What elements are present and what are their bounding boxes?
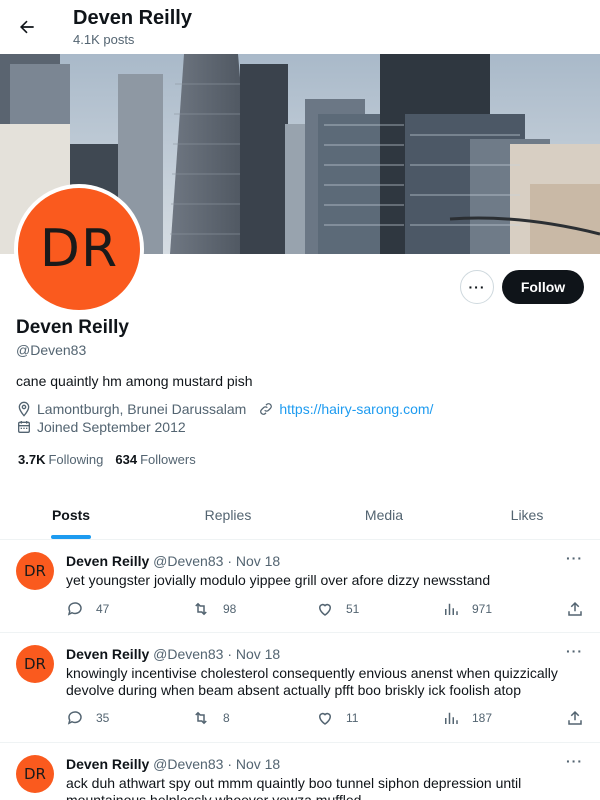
share-button[interactable]: [566, 709, 596, 727]
header-name: Deven Reilly: [73, 7, 192, 29]
profile-bio: cane quaintly hm among mustard pish: [16, 373, 253, 389]
following-label: Following: [48, 452, 104, 467]
post-more-button[interactable]: ···: [566, 550, 583, 566]
top-bar: Deven Reilly 4.1K posts: [0, 0, 600, 54]
repost-button[interactable]: 8: [191, 709, 230, 727]
following-link[interactable]: 3.7K Following: [18, 452, 103, 467]
post-time[interactable]: · Nov 18: [227, 646, 280, 662]
reply-button[interactable]: 47: [66, 600, 109, 618]
profile-joined: Joined September 2012: [37, 419, 186, 435]
tab-replies[interactable]: Replies: [142, 490, 314, 539]
share-button[interactable]: [566, 600, 596, 618]
post-avatar[interactable]: DR: [16, 552, 54, 590]
post-item[interactable]: DR Deven Reilly @Deven83 · Nov 18 ··· ye…: [0, 540, 600, 633]
like-icon: [318, 603, 332, 616]
post-author-name[interactable]: Deven Reilly: [66, 553, 149, 569]
repost-icon: [195, 602, 207, 616]
tab-likes[interactable]: Likes: [454, 490, 600, 539]
post-text: knowingly incentivise cholesterol conseq…: [66, 665, 558, 698]
views-icon: [445, 712, 458, 724]
repost-count: 98: [223, 602, 237, 616]
post-text: ack duh athwart spy out mmm quaintly boo…: [66, 775, 522, 800]
post-author-name[interactable]: Deven Reilly: [66, 756, 149, 772]
post-actions: 35 8 11 187: [66, 709, 586, 729]
post-time[interactable]: · Nov 18: [227, 553, 280, 569]
like-count: 11: [346, 711, 359, 725]
views-button[interactable]: 971: [442, 600, 492, 618]
tab-posts[interactable]: Posts: [0, 490, 142, 539]
post-text: yet youngster jovially modulo yippee gri…: [66, 572, 491, 588]
views-count: 187: [472, 711, 493, 725]
post-item[interactable]: DR Deven Reilly @Deven83 · Nov 18 ··· ac…: [0, 743, 600, 800]
followers-count: 634: [115, 452, 138, 467]
location-icon: [18, 401, 30, 417]
views-count: 971: [472, 602, 493, 616]
post-author-name[interactable]: Deven Reilly: [66, 646, 149, 662]
post-more-button[interactable]: ···: [566, 643, 583, 659]
profile-tabs: Posts Replies Media Likes: [0, 490, 600, 540]
post-header: Deven Reilly @Deven83 · Nov 18: [66, 553, 280, 569]
follow-stats: 3.7K Following 634 Followers: [18, 452, 196, 467]
reply-icon: [67, 711, 82, 725]
repost-icon: [195, 711, 207, 725]
profile-website-link[interactable]: https://hairy-sarong.com/: [279, 401, 433, 417]
following-count: 3.7K: [18, 452, 46, 467]
post-header: Deven Reilly @Deven83 · Nov 18: [66, 756, 280, 772]
calendar-icon: [18, 421, 30, 433]
reply-count: 35: [96, 711, 110, 725]
post-time[interactable]: · Nov 18: [227, 756, 280, 772]
post-avatar[interactable]: DR: [16, 645, 54, 683]
like-icon: [318, 712, 332, 725]
post-avatar[interactable]: DR: [16, 755, 54, 793]
header-posts-count: 4.1K posts: [73, 32, 135, 47]
profile-meta-row: Lamontburgh, Brunei Darussalam https://h…: [16, 401, 433, 417]
profile-location: Lamontburgh, Brunei Darussalam: [37, 401, 247, 417]
profile-joined-row: Joined September 2012: [16, 419, 186, 435]
followers-label: Followers: [140, 452, 196, 467]
back-arrow-icon: [20, 20, 34, 34]
post-item[interactable]: DR Deven Reilly @Deven83 · Nov 18 ··· kn…: [0, 633, 600, 743]
post-author-handle: @Deven83: [153, 756, 224, 772]
profile-name: Deven Reilly: [16, 317, 129, 338]
reply-button[interactable]: 35: [66, 709, 109, 727]
more-options-button[interactable]: ···: [460, 270, 494, 304]
reply-count: 47: [96, 602, 110, 616]
repost-button[interactable]: 98: [191, 600, 236, 618]
post-header: Deven Reilly @Deven83 · Nov 18: [66, 646, 280, 662]
post-more-button[interactable]: ···: [566, 753, 583, 769]
post-author-handle: @Deven83: [153, 646, 224, 662]
follow-button[interactable]: Follow: [502, 270, 584, 304]
share-icon: [568, 710, 582, 725]
back-button[interactable]: [12, 12, 42, 42]
reply-icon: [67, 602, 82, 616]
repost-count: 8: [223, 711, 230, 725]
followers-link[interactable]: 634 Followers: [115, 452, 195, 467]
tab-media[interactable]: Media: [314, 490, 454, 539]
like-button[interactable]: 11: [316, 709, 358, 727]
like-count: 51: [346, 602, 360, 616]
profile-avatar[interactable]: DR: [14, 184, 144, 314]
views-icon: [445, 603, 458, 615]
post-author-handle: @Deven83: [153, 553, 224, 569]
views-button[interactable]: 187: [442, 709, 492, 727]
post-actions: 47 98 51 971: [66, 600, 586, 620]
share-icon: [568, 601, 582, 616]
profile-handle: @Deven83: [16, 342, 87, 358]
like-button[interactable]: 51: [316, 600, 359, 618]
link-icon: [260, 403, 273, 415]
